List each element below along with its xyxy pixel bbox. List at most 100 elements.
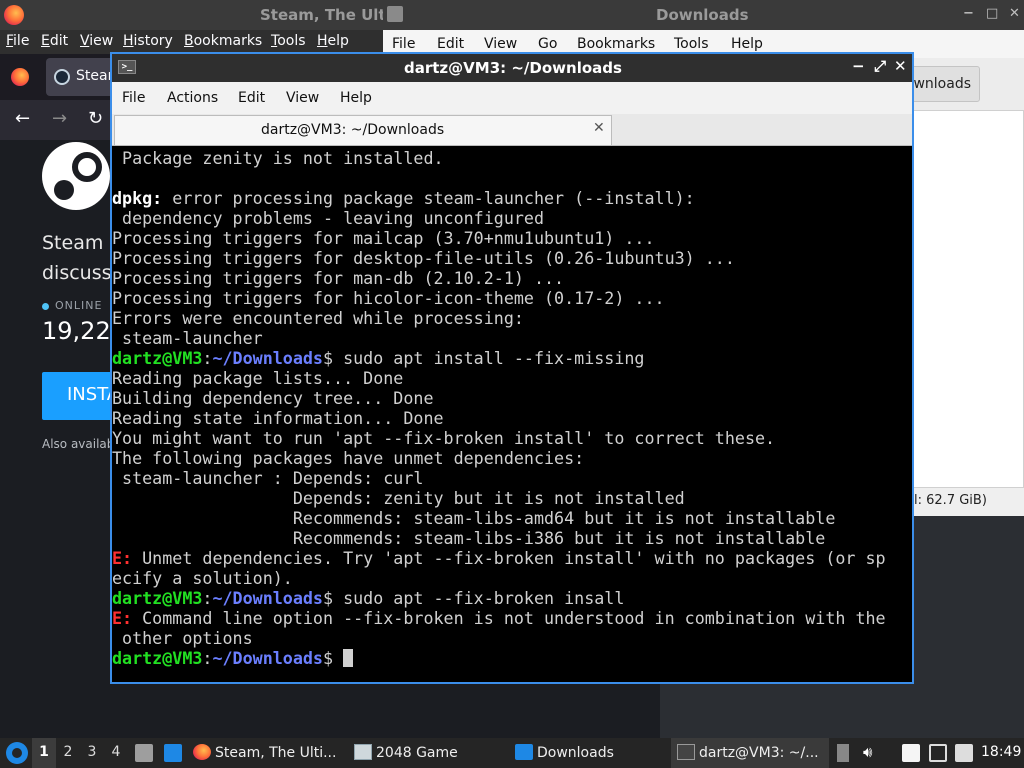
online-label: ONLINE: [55, 299, 103, 312]
volume-icon[interactable]: 🔊︎: [863, 743, 881, 761]
terminal-text: Reading state information... Done: [112, 408, 444, 428]
terminal-text: Recommends: steam-libs-i386 but it is no…: [112, 528, 826, 548]
taskbar: 1 2 3 4 Steam, The Ulti... 2048 Game Dow…: [0, 738, 1024, 768]
fm-menu-go[interactable]: Go: [538, 36, 557, 52]
terminal-text: other options: [112, 628, 253, 648]
steam-description-line2: discuss: [42, 262, 112, 284]
ff-menu-history[interactable]: History: [123, 33, 173, 49]
term-menu-help[interactable]: Help: [340, 90, 372, 106]
terminal-line: You might want to run 'apt --fix-broken …: [112, 428, 912, 448]
firefox-icon: [4, 5, 24, 25]
terminal-line: Building dependency tree... Done: [112, 388, 912, 408]
term-menu-edit[interactable]: Edit: [238, 90, 265, 106]
terminal-line: steam-launcher: [112, 328, 912, 348]
minimize-icon[interactable]: −: [852, 57, 865, 75]
task-downloads-label: Downloads: [537, 745, 614, 761]
also-available-text: Also availab: [42, 437, 115, 451]
task-firefox[interactable]: Steam, The Ulti...: [193, 738, 351, 768]
workspace-3[interactable]: 3: [80, 738, 104, 768]
tab-close-icon[interactable]: ✕: [593, 120, 605, 136]
terminal-text: Processing triggers for hicolor-icon-the…: [112, 288, 665, 308]
term-menu-file[interactable]: File: [122, 90, 145, 106]
terminal-line: steam-launcher : Depends: curl: [112, 468, 912, 488]
clipboard-icon[interactable]: [837, 744, 849, 762]
term-menu-actions[interactable]: Actions: [167, 90, 218, 106]
terminal-text: Building dependency tree... Done: [112, 388, 434, 408]
ff-menu-edit[interactable]: Edit: [41, 33, 68, 49]
close-icon[interactable]: ✕: [1009, 6, 1020, 21]
terminal-line: Processing triggers for desktop-file-uti…: [112, 248, 912, 268]
terminal-text: steam-launcher: [112, 328, 263, 348]
display-icon[interactable]: [929, 744, 947, 762]
terminal-tab[interactable]: dartz@VM3: ~/Downloads ✕: [114, 115, 612, 145]
terminal-line: Package zenity is not installed.: [112, 148, 912, 168]
show-desktop-icon[interactable]: [164, 744, 182, 762]
minimize-icon[interactable]: −: [963, 6, 974, 21]
fm-menu-view[interactable]: View: [484, 36, 517, 52]
start-menu-icon[interactable]: [6, 742, 28, 764]
ff-menu-bookmarks[interactable]: Bookmarks: [184, 33, 262, 49]
terminal-text: Recommends: steam-libs-amd64 but it is n…: [112, 508, 836, 528]
terminal-text: $: [322, 648, 344, 668]
terminal-line: Reading package lists... Done: [112, 368, 912, 388]
desktop: Steam, The Ult File Edit View History Bo…: [0, 0, 1024, 768]
firefox-window-title: Steam, The Ult: [260, 6, 386, 24]
task-downloads[interactable]: Downloads: [515, 738, 665, 768]
maximize-icon[interactable]: ⤢: [874, 57, 886, 75]
terminal-text: dpkg:: [112, 188, 163, 208]
close-icon[interactable]: ✕: [894, 57, 907, 75]
back-arrow-icon[interactable]: ←: [15, 108, 30, 129]
notes-icon[interactable]: [902, 744, 920, 762]
firefox-view-icon[interactable]: [11, 68, 29, 86]
terminal-line: Processing triggers for hicolor-icon-the…: [112, 288, 912, 308]
network-icon[interactable]: [955, 744, 973, 762]
terminal-text: Unmet dependencies. Try 'apt --fix-broke…: [132, 548, 886, 568]
terminal-line: ecify a solution).: [112, 568, 912, 588]
terminal-text: error processing package steam-launcher …: [162, 188, 695, 208]
terminal-text: :: [202, 588, 213, 608]
fm-menu-help[interactable]: Help: [731, 36, 763, 52]
terminal-text: Reading package lists... Done: [112, 368, 404, 388]
file-manager-titlebar[interactable]: Downloads − □ ✕: [383, 0, 1024, 30]
workspace-2[interactable]: 2: [56, 738, 80, 768]
fm-menu-tools[interactable]: Tools: [674, 36, 709, 52]
terminal-text: $ sudo apt --fix-broken insall: [322, 588, 625, 608]
terminal-tab-label: dartz@VM3: ~/Downloads: [261, 122, 445, 138]
terminal-output[interactable]: Package zenity is not installed. dpkg: er…: [112, 146, 912, 682]
ff-menu-tools[interactable]: Tools: [271, 33, 306, 49]
terminal-text: :: [202, 348, 213, 368]
reload-icon[interactable]: ↻: [88, 108, 103, 129]
terminal-icon: >_: [118, 60, 136, 74]
task-2048[interactable]: 2048 Game: [354, 738, 510, 768]
terminal-text: E:: [112, 608, 133, 628]
terminal-line: E: Unmet dependencies. Try 'apt --fix-br…: [112, 548, 912, 568]
fm-menu-bookmarks[interactable]: Bookmarks: [577, 36, 655, 52]
terminal-text: ~/Downloads: [212, 588, 323, 608]
fm-menu-edit[interactable]: Edit: [437, 36, 464, 52]
terminal-line: Depends: zenity but it is not installed: [112, 488, 912, 508]
clock: 18:49: [981, 744, 1022, 760]
terminal-line: dartz@VM3:~/Downloads$ sudo apt --fix-br…: [112, 588, 912, 608]
workspace-1[interactable]: 1: [32, 738, 56, 768]
terminal-titlebar[interactable]: >_ dartz@VM3: ~/Downloads − ⤢ ✕: [112, 54, 912, 82]
workspace-4[interactable]: 4: [104, 738, 128, 768]
task-terminal-label: dartz@VM3: ~/...: [699, 745, 819, 761]
file-manager-launcher-icon[interactable]: [135, 744, 153, 762]
file-manager-title: Downloads: [656, 6, 749, 24]
terminal-icon: [677, 744, 695, 760]
terminal-line: The following packages have unmet depend…: [112, 448, 912, 468]
task-2048-label: 2048 Game: [376, 745, 458, 761]
terminal-line: Processing triggers for man-db (2.10.2-1…: [112, 268, 912, 288]
ff-menu-view[interactable]: View: [80, 33, 113, 49]
terminal-text: dartz@VM3: [112, 588, 203, 608]
term-menu-view[interactable]: View: [286, 90, 319, 106]
forward-arrow-icon[interactable]: →: [52, 108, 67, 129]
maximize-icon[interactable]: □: [986, 6, 998, 21]
ff-menu-file[interactable]: File: [6, 33, 29, 49]
task-terminal[interactable]: dartz@VM3: ~/...: [671, 738, 829, 768]
terminal-text: Processing triggers for man-db (2.10.2-1…: [112, 268, 565, 288]
ff-menu-help[interactable]: Help: [317, 33, 349, 49]
fm-menu-file[interactable]: File: [392, 36, 415, 52]
terminal-text: ~/Downloads: [212, 648, 323, 668]
